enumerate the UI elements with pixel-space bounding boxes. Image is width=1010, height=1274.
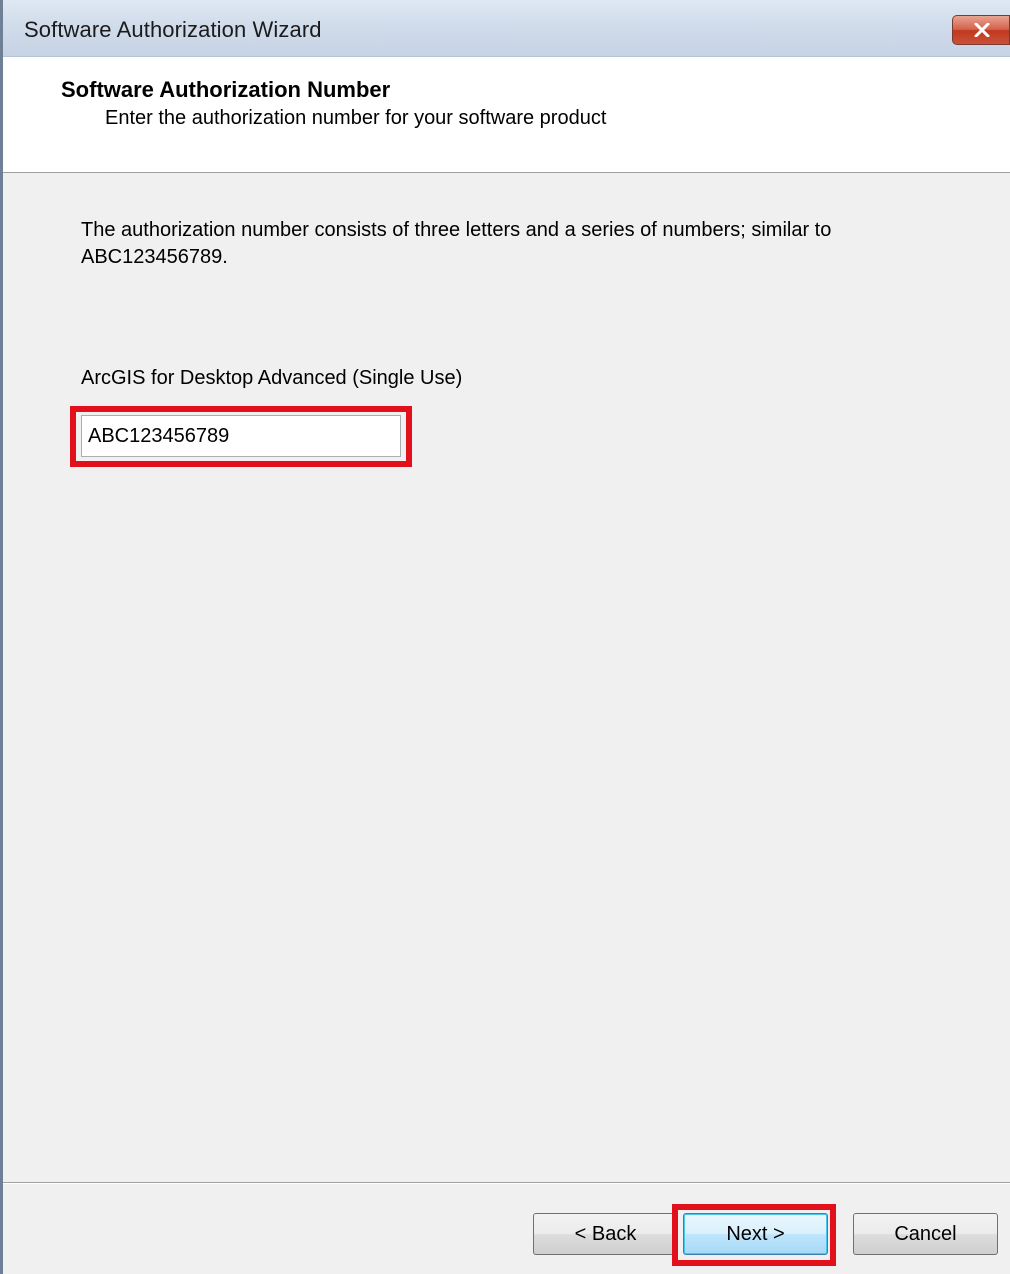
close-icon [974, 23, 990, 37]
next-button[interactable]: Next > [683, 1213, 828, 1255]
header-panel: Software Authorization Number Enter the … [3, 57, 1010, 173]
title-bar[interactable]: Software Authorization Wizard [3, 0, 1010, 57]
page-title: Software Authorization Number [61, 77, 391, 102]
back-button[interactable]: < Back [533, 1213, 678, 1255]
description-text: The authorization number consists of thr… [81, 219, 832, 268]
close-button[interactable] [952, 15, 1010, 45]
product-label: ArcGIS for Desktop Advanced (Single Use) [81, 367, 463, 389]
authorization-number-input[interactable] [81, 415, 401, 457]
window-title: Software Authorization Wizard [24, 17, 322, 42]
cancel-button[interactable]: Cancel [853, 1213, 998, 1255]
wizard-window: Software Authorization Wizard Software A… [0, 0, 1010, 1274]
page-subtitle: Enter the authorization number for your … [105, 107, 607, 129]
footer-divider [3, 1182, 1010, 1184]
